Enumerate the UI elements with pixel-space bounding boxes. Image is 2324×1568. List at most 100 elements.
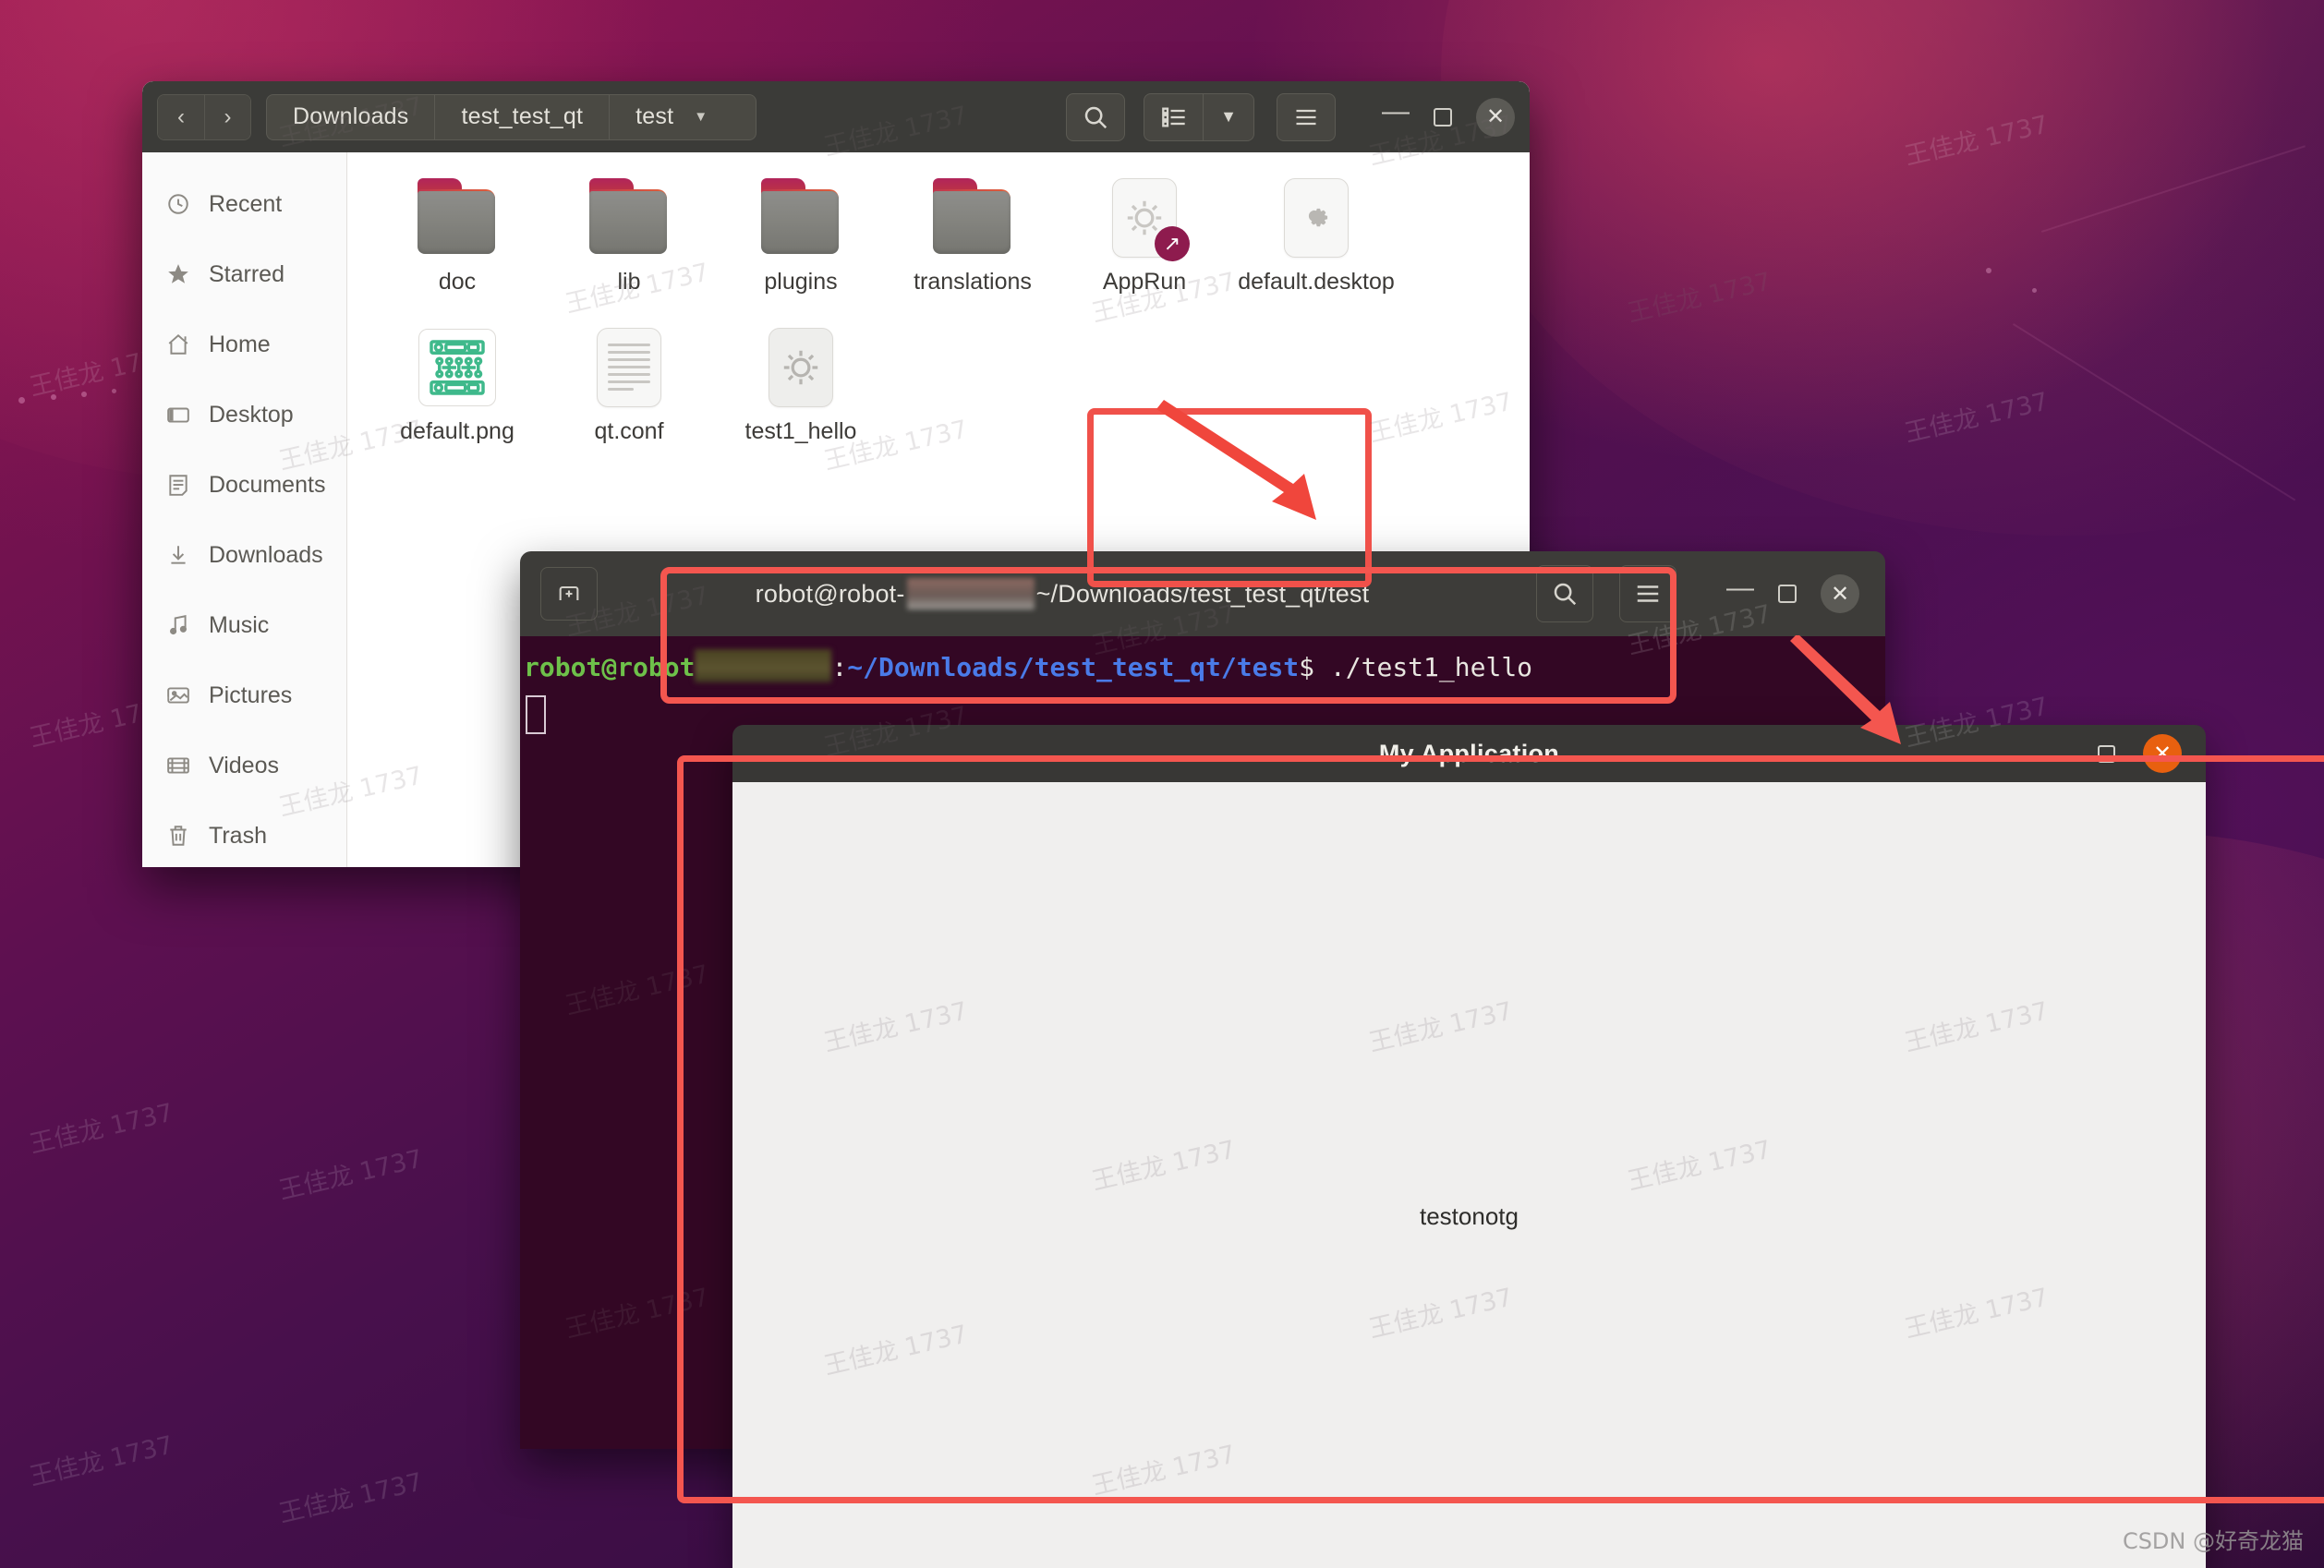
- window-controls[interactable]: — ✕: [1382, 97, 1515, 137]
- sidebar-item-downloads[interactable]: Downloads: [142, 520, 346, 590]
- qt-window-controls[interactable]: ✕: [2098, 725, 2182, 782]
- trash-icon: [166, 824, 190, 848]
- breadcrumb-label: test: [635, 103, 674, 129]
- file-item-default-desktop[interactable]: default.desktop: [1230, 173, 1402, 296]
- hamburger-menu-icon: [1637, 585, 1659, 602]
- file-item-lib[interactable]: lib: [543, 173, 715, 296]
- qt-application-window[interactable]: My Application ✕ testonotg: [732, 725, 2206, 1568]
- qt-app-title: My Application: [1378, 739, 1560, 767]
- file-label: test1_hello: [744, 417, 857, 444]
- app-link-icon: ↗: [1105, 178, 1190, 261]
- breadcrumb-downloads[interactable]: Downloads: [266, 93, 435, 140]
- terminal-title: robot@robot- ~/Downloads/test_test_qt/te…: [614, 578, 1510, 609]
- view-mode-group[interactable]: ▼: [1144, 92, 1254, 141]
- close-button[interactable]: ✕: [1476, 97, 1515, 137]
- sidebar-item-documents[interactable]: Documents: [142, 450, 346, 520]
- sidebar-item-desktop[interactable]: Desktop: [142, 380, 346, 450]
- file-item-test1-hello[interactable]: test1_hello: [715, 322, 887, 446]
- breadcrumb-test[interactable]: test ▼: [609, 93, 757, 140]
- file-label: default.png: [400, 417, 514, 444]
- list-view-button[interactable]: [1144, 92, 1203, 141]
- close-button[interactable]: ✕: [1821, 574, 1859, 613]
- terminal-window-controls[interactable]: — ✕: [1726, 574, 1859, 613]
- file-item-translations[interactable]: translations: [887, 173, 1059, 296]
- minimize-button[interactable]: —: [1726, 574, 1754, 602]
- sidebar-item-videos[interactable]: Videos: [142, 730, 346, 801]
- breadcrumb-label: Downloads: [293, 103, 409, 129]
- terminal-command: ./test1_hello: [1314, 652, 1533, 682]
- sidebar-item-label: Starred: [209, 260, 284, 287]
- file-item-doc[interactable]: doc: [371, 173, 543, 296]
- file-label: lib: [617, 269, 641, 295]
- sidebar-item-label: Documents: [209, 471, 326, 498]
- view-options-button[interactable]: ▼: [1203, 92, 1254, 141]
- gear-icon: [1308, 208, 1328, 227]
- back-button[interactable]: ‹: [158, 94, 204, 139]
- search-icon: [1084, 106, 1108, 128]
- chevron-left-icon: ‹: [177, 103, 185, 129]
- file-grid-row2: default.png qt.conf test1_hello: [371, 322, 1530, 446]
- sidebar-item-music[interactable]: Music: [142, 590, 346, 660]
- folder-icon: [761, 178, 841, 258]
- new-tab-button[interactable]: [540, 567, 598, 621]
- navigation-buttons[interactable]: ‹ ›: [157, 93, 251, 140]
- close-button[interactable]: ✕: [2143, 734, 2182, 773]
- main-menu-button[interactable]: [1277, 92, 1336, 141]
- sidebar-item-pictures[interactable]: Pictures: [142, 660, 346, 730]
- close-icon: ✕: [1485, 104, 1506, 129]
- search-button[interactable]: [1066, 92, 1125, 141]
- terminal-search-button[interactable]: [1536, 565, 1593, 622]
- file-item-qt-conf[interactable]: qt.conf: [543, 322, 715, 446]
- terminal-menu-button[interactable]: [1619, 565, 1676, 622]
- text-lines: [608, 339, 650, 395]
- image-thumbnail-icon: [418, 328, 497, 407]
- sidebar-item-label: Music: [209, 611, 270, 638]
- sidebar-item-recent[interactable]: Recent: [142, 169, 346, 239]
- picture-icon: [166, 683, 190, 707]
- file-item-plugins[interactable]: plugins: [715, 173, 887, 296]
- chevron-down-icon: ▼: [1220, 107, 1237, 126]
- maximize-button[interactable]: [2098, 744, 2115, 763]
- close-icon: ✕: [2152, 741, 2173, 766]
- maximize-button[interactable]: [1778, 585, 1797, 603]
- forward-button[interactable]: ›: [204, 94, 250, 139]
- sidebar-item-starred[interactable]: Starred: [142, 239, 346, 309]
- sidebar-item-home[interactable]: Home: [142, 309, 346, 380]
- file-grid: doc lib plugins translations ↗ AppRun de…: [371, 173, 1530, 296]
- file-label: default.desktop: [1238, 269, 1395, 295]
- file-item-apprun[interactable]: ↗ AppRun: [1059, 173, 1230, 296]
- desktop-entry-icon: [1277, 178, 1356, 258]
- gear-icon: [783, 350, 818, 384]
- breadcrumb[interactable]: Downloads test_test_qt test ▼: [266, 93, 757, 140]
- file-manager-header: ‹ › Downloads test_test_qt test ▼ ▼ — ✕: [142, 81, 1530, 152]
- list-view-icon: [1161, 107, 1185, 127]
- qt-app-content: testonotg: [732, 782, 2206, 1568]
- sidebar[interactable]: Recent Starred Home Desktop Documents Do…: [142, 152, 347, 867]
- executable-icon: [761, 327, 841, 407]
- circuit-icon: [430, 339, 485, 395]
- link-arrow-badge: ↗: [1155, 226, 1190, 261]
- text-file-icon: [589, 327, 669, 407]
- file-item-default-png[interactable]: default.png: [371, 322, 543, 446]
- terminal-title-path: ~/Downloads/test_test_qt/test: [1035, 579, 1370, 608]
- folder-icon: [589, 178, 669, 258]
- breadcrumb-label: test_test_qt: [461, 103, 584, 129]
- qt-app-content-label: testonotg: [1420, 1202, 1519, 1230]
- terminal-prompt-dollar: $: [1299, 652, 1315, 682]
- sidebar-item-label: Pictures: [209, 681, 293, 708]
- home-icon: [166, 332, 190, 356]
- csdn-credit-watermark: CSDN @好奇龙猫: [2122, 1528, 2304, 1554]
- sidebar-item-label: Trash: [209, 822, 267, 849]
- file-label: plugins: [764, 269, 838, 295]
- sidebar-item-label: Desktop: [209, 401, 294, 428]
- qt-app-titlebar: My Application ✕: [732, 725, 2206, 782]
- folder-icon: [418, 178, 497, 258]
- sidebar-item-trash[interactable]: Trash: [142, 801, 346, 867]
- terminal-cursor: [526, 695, 546, 734]
- breadcrumb-test-test-qt[interactable]: test_test_qt: [434, 93, 610, 140]
- chevron-down-icon[interactable]: ▼: [694, 109, 708, 125]
- maximize-button[interactable]: [1434, 107, 1452, 127]
- folder-icon: [933, 178, 1012, 258]
- minimize-button[interactable]: —: [1382, 97, 1410, 125]
- film-icon: [166, 754, 190, 778]
